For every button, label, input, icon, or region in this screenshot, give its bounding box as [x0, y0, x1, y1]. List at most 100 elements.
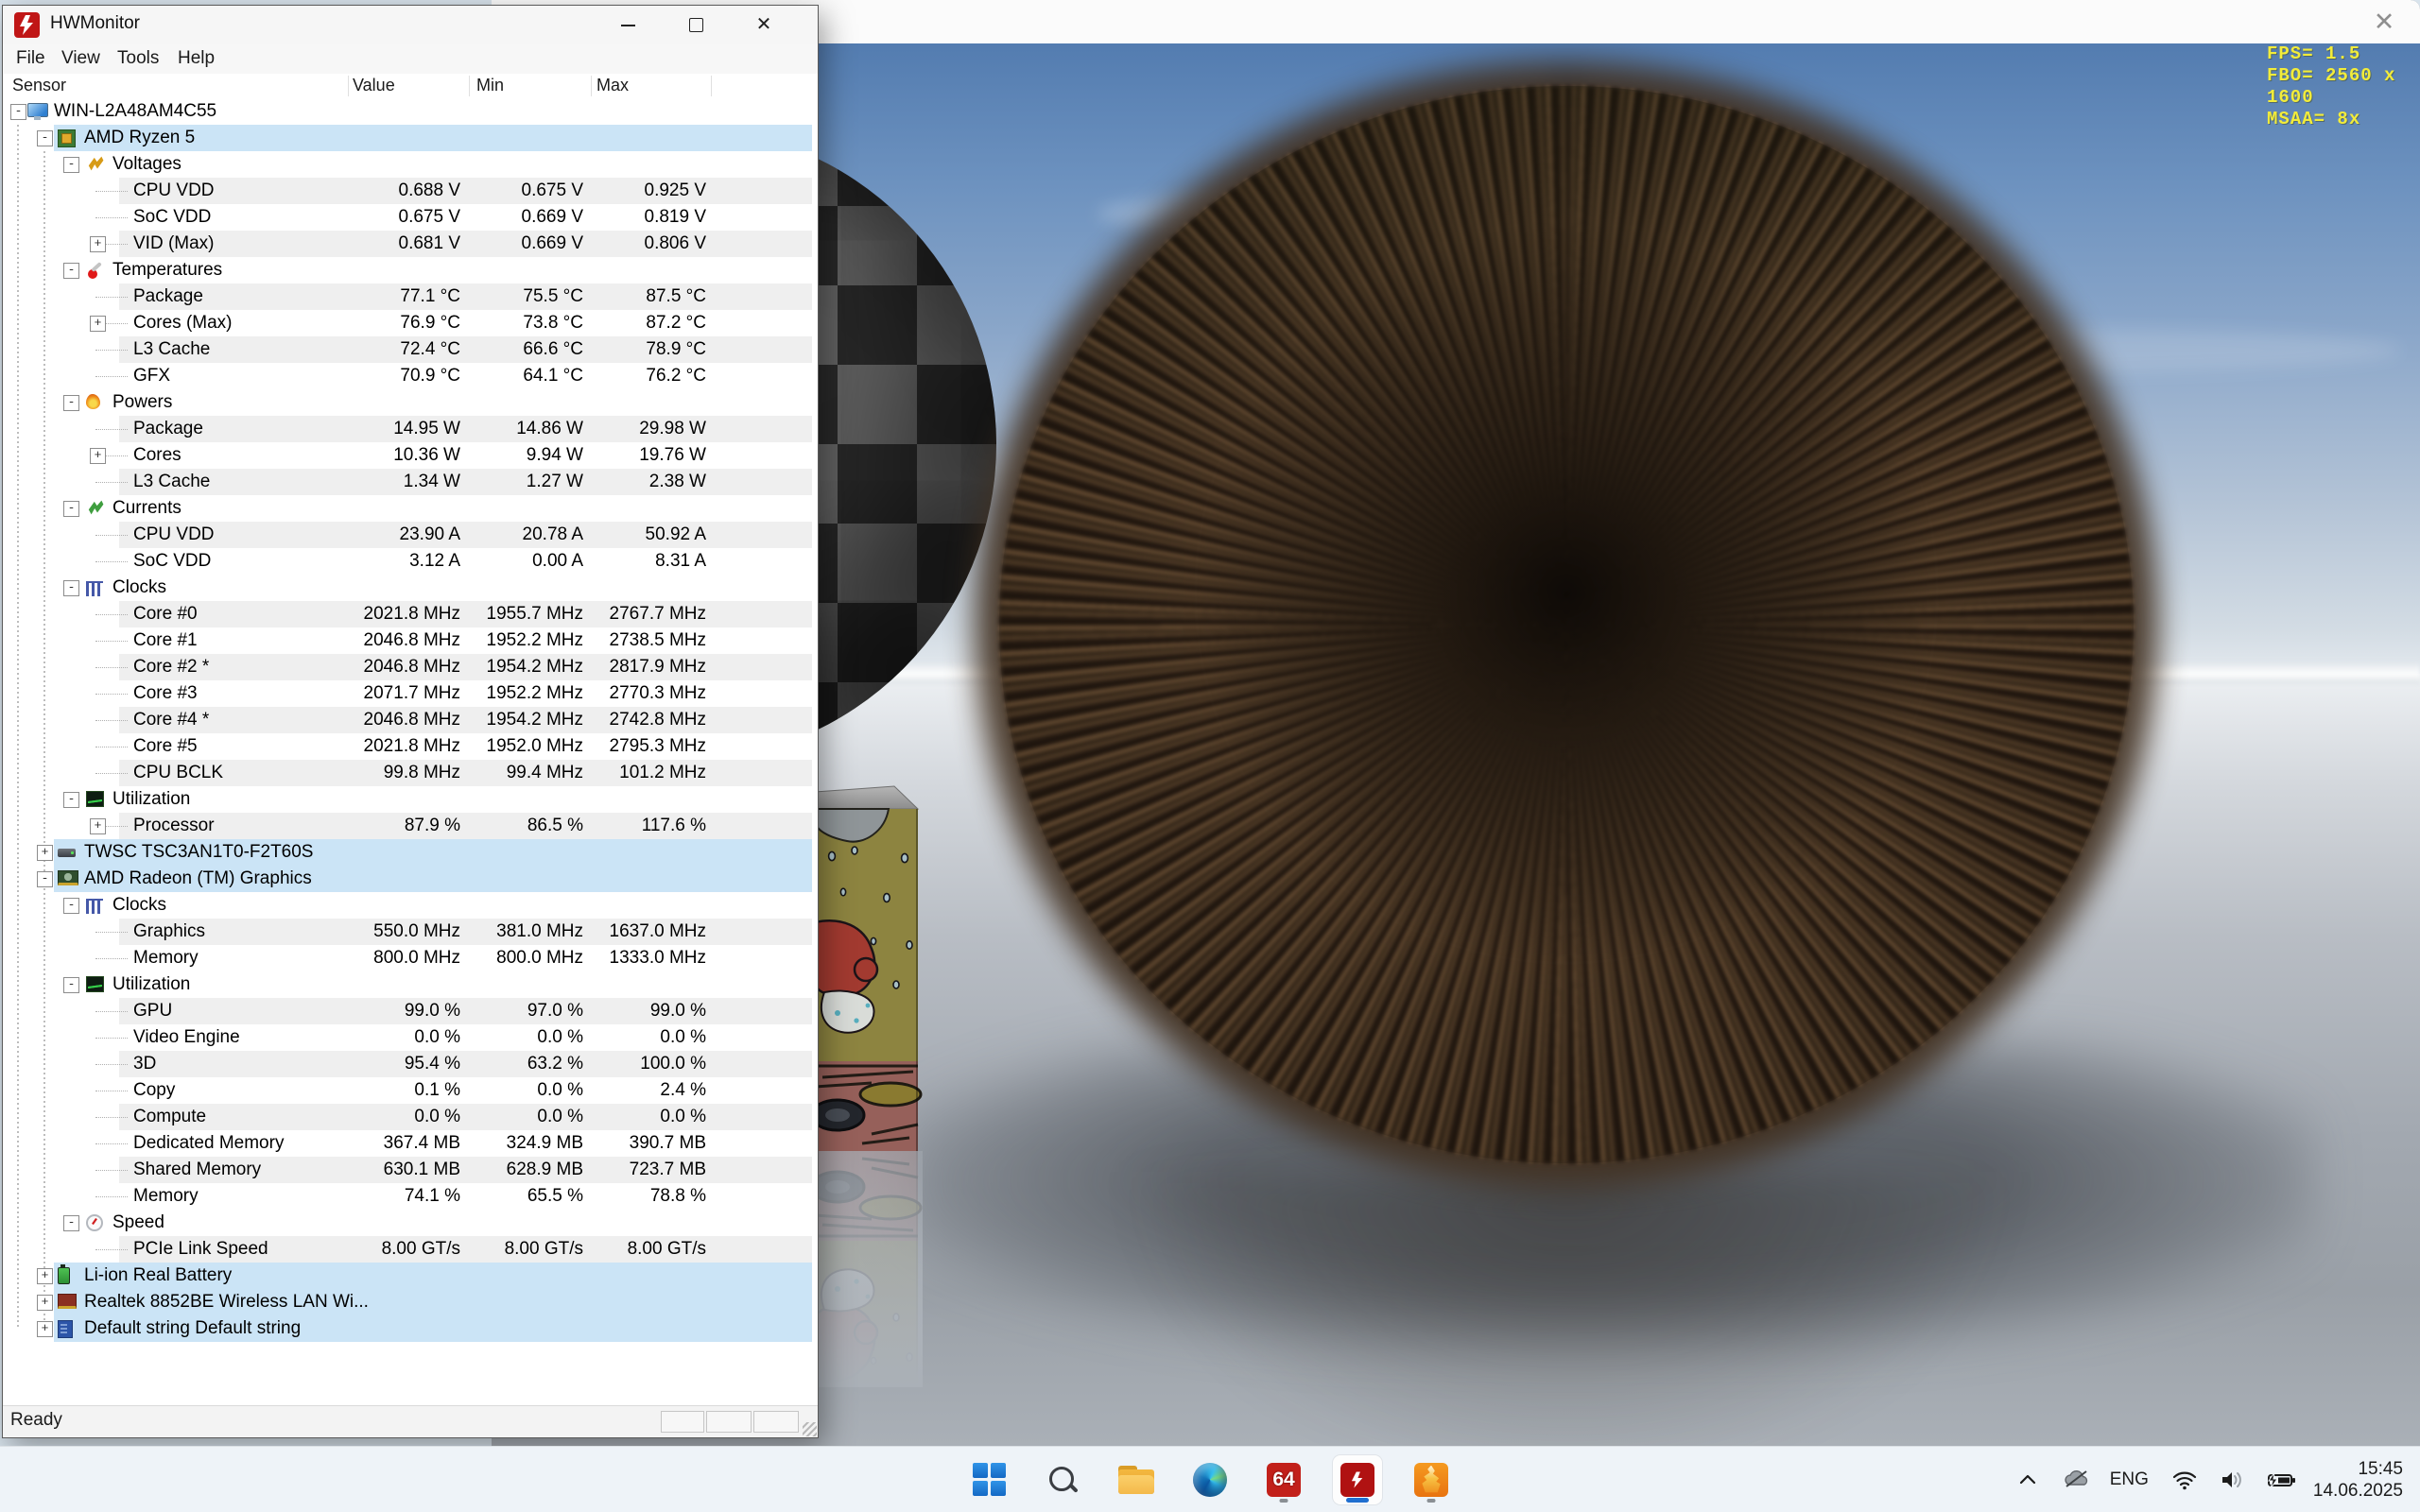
col-value[interactable]: Value	[353, 74, 395, 97]
sensor-row[interactable]: Core #0 2021.8 MHz 1955.7 MHz 2767.7 MHz	[3, 601, 818, 627]
search-button[interactable]	[1038, 1455, 1087, 1504]
col-min[interactable]: Min	[476, 74, 504, 97]
sensor-row[interactable]: 3D 95.4 % 63.2 % 100.0 %	[3, 1051, 818, 1077]
sensor-row[interactable]: + TWSC TSC3AN1T0-F2T60S	[3, 839, 818, 866]
sensor-row[interactable]: GFX 70.9 °C 64.1 °C 76.2 °C	[3, 363, 818, 389]
sensor-row[interactable]: Shared Memory 630.1 MB 628.9 MB 723.7 MB	[3, 1157, 818, 1183]
language-indicator[interactable]: ENG	[2110, 1469, 2149, 1490]
menu-help[interactable]: Help	[172, 44, 220, 74]
tray-chevron-up-icon[interactable]	[2015, 1468, 2040, 1492]
sensor-row[interactable]: Core #2 * 2046.8 MHz 1954.2 MHz 2817.9 M…	[3, 654, 818, 680]
sensor-row[interactable]: + Processor 87.9 % 86.5 % 117.6 %	[3, 813, 818, 839]
sensor-row[interactable]: SoC VDD 3.12 A 0.00 A 8.31 A	[3, 548, 818, 575]
menu-view[interactable]: View	[56, 44, 106, 74]
close-icon[interactable]: ✕	[2365, 5, 2403, 39]
sensor-row[interactable]: L3 Cache 72.4 °C 66.6 °C 78.9 °C	[3, 336, 818, 363]
expander-icon[interactable]: -	[37, 130, 53, 146]
expander-icon[interactable]: +	[37, 1295, 53, 1311]
sensor-row[interactable]: - Clocks	[3, 575, 818, 601]
expander-icon[interactable]: -	[63, 580, 79, 596]
col-sensor[interactable]: Sensor	[12, 74, 66, 97]
sensor-row[interactable]: - Utilization	[3, 786, 818, 813]
column-divider[interactable]	[591, 76, 592, 96]
expander-icon[interactable]: -	[63, 395, 79, 411]
cpu-z-button[interactable]: 64	[1259, 1455, 1308, 1504]
sensor-row[interactable]: - Voltages	[3, 151, 818, 178]
sensor-row[interactable]: + Li-ion Real Battery	[3, 1263, 818, 1289]
sensor-row[interactable]: - Temperatures	[3, 257, 818, 284]
furmark-button[interactable]	[1407, 1455, 1456, 1504]
sensor-row[interactable]: - Clocks	[3, 892, 818, 919]
expander-icon[interactable]: -	[63, 501, 79, 517]
expander-icon[interactable]: +	[90, 236, 106, 252]
expander-icon[interactable]: +	[90, 818, 106, 834]
column-divider[interactable]	[469, 76, 470, 96]
sensor-row[interactable]: - Utilization	[3, 971, 818, 998]
start-button[interactable]	[964, 1455, 1013, 1504]
sensor-row[interactable]: CPU BCLK 99.8 MHz 99.4 MHz 101.2 MHz	[3, 760, 818, 786]
sensor-row[interactable]: CPU VDD 0.688 V 0.675 V 0.925 V	[3, 178, 818, 204]
sensor-row[interactable]: Core #3 2071.7 MHz 1952.2 MHz 2770.3 MHz	[3, 680, 818, 707]
menu-tools[interactable]: Tools	[112, 44, 164, 74]
edge-button[interactable]	[1185, 1455, 1235, 1504]
wifi-icon[interactable]	[2171, 1468, 2196, 1492]
minimize-button[interactable]	[598, 6, 657, 44]
sensor-row[interactable]: - Powers	[3, 389, 818, 416]
sensor-row[interactable]: - AMD Ryzen 5	[3, 125, 818, 151]
sensor-row[interactable]: Graphics 550.0 MHz 381.0 MHz 1637.0 MHz	[3, 919, 818, 945]
expander-icon[interactable]: +	[90, 448, 106, 464]
expander-icon[interactable]: -	[63, 792, 79, 808]
sensor-row[interactable]: Memory 74.1 % 65.5 % 78.8 %	[3, 1183, 818, 1210]
column-divider[interactable]	[711, 76, 712, 96]
onedrive-cloud-icon[interactable]	[2063, 1468, 2087, 1492]
clock[interactable]: 15:45 14.06.2025	[2313, 1458, 2403, 1502]
sensor-row[interactable]: + Default string Default string	[3, 1315, 818, 1342]
sensor-row[interactable]: Copy 0.1 % 0.0 % 2.4 %	[3, 1077, 818, 1104]
sensor-row[interactable]: Package 77.1 °C 75.5 °C 87.5 °C	[3, 284, 818, 310]
expander-icon[interactable]: -	[63, 977, 79, 993]
hwmonitor-taskbar-button[interactable]	[1333, 1455, 1382, 1504]
maximize-button[interactable]	[666, 6, 725, 44]
sensor-row[interactable]: - Currents	[3, 495, 818, 522]
sensor-row[interactable]: SoC VDD 0.675 V 0.669 V 0.819 V	[3, 204, 818, 231]
close-button[interactable]: ✕	[735, 6, 793, 44]
battery-charging-icon[interactable]	[2266, 1468, 2290, 1492]
column-header[interactable]: Sensor Value Min Max	[3, 74, 818, 99]
expander-icon[interactable]: +	[37, 1321, 53, 1337]
sensor-row[interactable]: + Cores 10.36 W 9.94 W 19.76 W	[3, 442, 818, 469]
expander-icon[interactable]: +	[90, 316, 106, 332]
sensor-row[interactable]: - WIN-L2A48AM4C55	[3, 98, 818, 125]
sensor-row[interactable]: CPU VDD 23.90 A 20.78 A 50.92 A	[3, 522, 818, 548]
sensor-row[interactable]: Core #5 2021.8 MHz 1952.0 MHz 2795.3 MHz	[3, 733, 818, 760]
column-divider[interactable]	[348, 76, 349, 96]
sensor-row[interactable]: PCIe Link Speed 8.00 GT/s 8.00 GT/s 8.00…	[3, 1236, 818, 1263]
col-max[interactable]: Max	[596, 74, 629, 97]
sensor-row[interactable]: Dedicated Memory 367.4 MB 324.9 MB 390.7…	[3, 1130, 818, 1157]
menu-file[interactable]: File	[10, 44, 51, 74]
resize-grip[interactable]	[803, 1422, 817, 1436]
expander-icon[interactable]: -	[63, 263, 79, 279]
expander-icon[interactable]: -	[63, 157, 79, 173]
sensor-row[interactable]: + VID (Max) 0.681 V 0.669 V 0.806 V	[3, 231, 818, 257]
sensor-row[interactable]: Memory 800.0 MHz 800.0 MHz 1333.0 MHz	[3, 945, 818, 971]
expander-icon[interactable]: +	[37, 845, 53, 861]
sensor-row[interactable]: Core #4 * 2046.8 MHz 1954.2 MHz 2742.8 M…	[3, 707, 818, 733]
expander-icon[interactable]: -	[63, 898, 79, 914]
sensor-row[interactable]: Video Engine 0.0 % 0.0 % 0.0 %	[3, 1024, 818, 1051]
expander-icon[interactable]: +	[37, 1268, 53, 1284]
sensor-row[interactable]: + Cores (Max) 76.9 °C 73.8 °C 87.2 °C	[3, 310, 818, 336]
titlebar[interactable]: HWMonitor ✕	[3, 6, 818, 44]
volume-icon[interactable]	[2219, 1468, 2243, 1492]
sensor-row[interactable]: - Speed	[3, 1210, 818, 1236]
sensor-row[interactable]: Core #1 2046.8 MHz 1952.2 MHz 2738.5 MHz	[3, 627, 818, 654]
expander-icon[interactable]: -	[63, 1215, 79, 1231]
sensor-row[interactable]: L3 Cache 1.34 W 1.27 W 2.38 W	[3, 469, 818, 495]
sensor-row[interactable]: Compute 0.0 % 0.0 % 0.0 %	[3, 1104, 818, 1130]
file-explorer-button[interactable]	[1112, 1455, 1161, 1504]
sensor-row[interactable]: GPU 99.0 % 97.0 % 99.0 %	[3, 998, 818, 1024]
sensor-row[interactable]: - AMD Radeon (TM) Graphics	[3, 866, 818, 892]
sensor-row[interactable]: Package 14.95 W 14.86 W 29.98 W	[3, 416, 818, 442]
expander-icon[interactable]: -	[37, 871, 53, 887]
expander-icon[interactable]: -	[10, 104, 26, 120]
sensor-row[interactable]: + Realtek 8852BE Wireless LAN Wi...	[3, 1289, 818, 1315]
